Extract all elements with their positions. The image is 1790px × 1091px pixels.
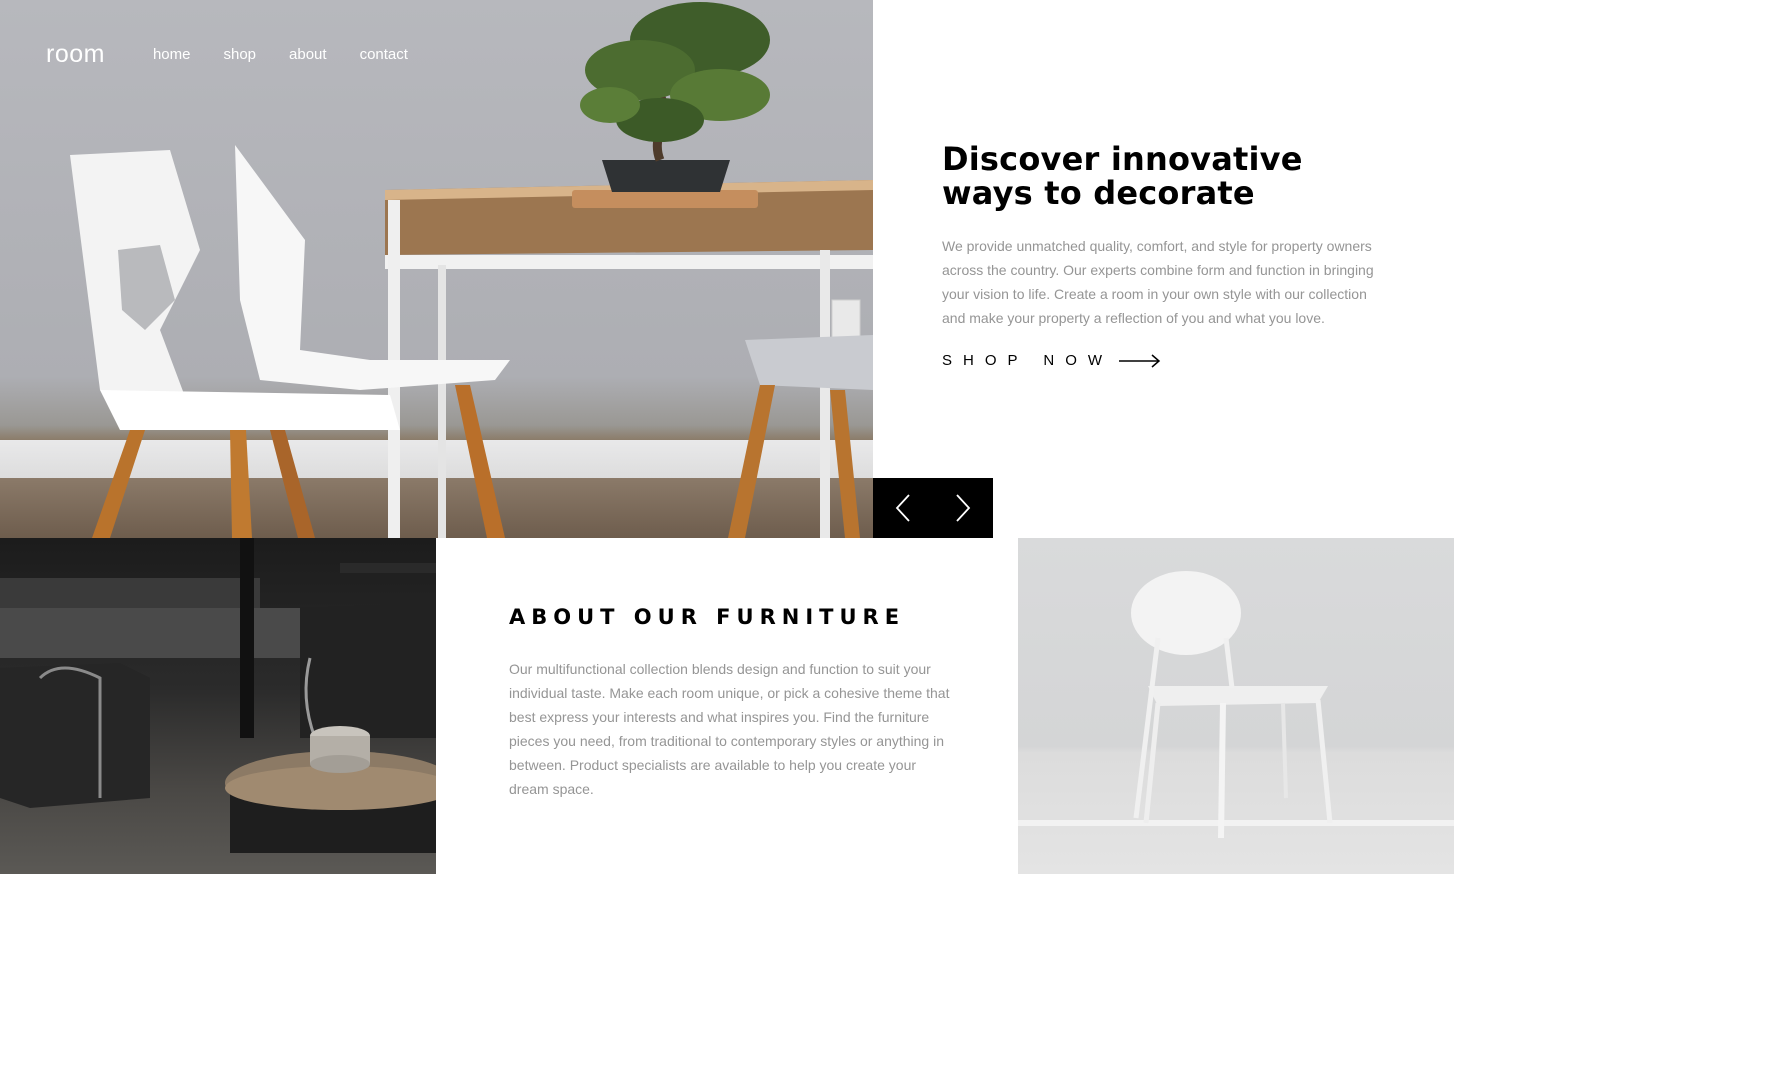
hero-content: Discover innovative ways to decorate We …	[942, 142, 1392, 369]
nav-link-about[interactable]: about	[289, 46, 327, 63]
dark-living-room-illustration	[0, 538, 436, 853]
about-dark-image	[0, 538, 436, 874]
logo[interactable]: room	[46, 40, 105, 69]
about-description: Our multifunctional collection blends de…	[509, 661, 950, 797]
white-chair-illustration	[1018, 571, 1454, 839]
nav-link-home[interactable]: home	[153, 46, 191, 63]
arrow-right-icon	[1119, 353, 1161, 368]
shop-now-link[interactable]: SHOP NOW	[942, 352, 1392, 369]
nav-link-contact[interactable]: contact	[360, 46, 408, 63]
about-title: ABOUT OUR FURNITURE	[509, 605, 906, 629]
about-content: ABOUT OUR FURNITURE Our multifunctional …	[509, 605, 949, 801]
chevron-right-icon	[956, 494, 971, 522]
about-light-image	[1018, 538, 1454, 874]
nav-link-shop[interactable]: shop	[224, 46, 257, 63]
hero-title: Discover innovative ways to decorate	[942, 140, 1303, 212]
dining-scene-illustration	[70, 2, 873, 538]
chevron-left-icon	[895, 494, 910, 522]
top-nav: room home shop about contact	[46, 40, 441, 69]
shop-now-label: SHOP NOW	[942, 352, 1114, 369]
hero-image	[0, 0, 873, 538]
slider-controls	[873, 478, 993, 538]
hero-description: We provide unmatched quality, comfort, a…	[942, 238, 1374, 326]
slider-next-button[interactable]	[933, 478, 993, 538]
slider-prev-button[interactable]	[873, 478, 933, 538]
